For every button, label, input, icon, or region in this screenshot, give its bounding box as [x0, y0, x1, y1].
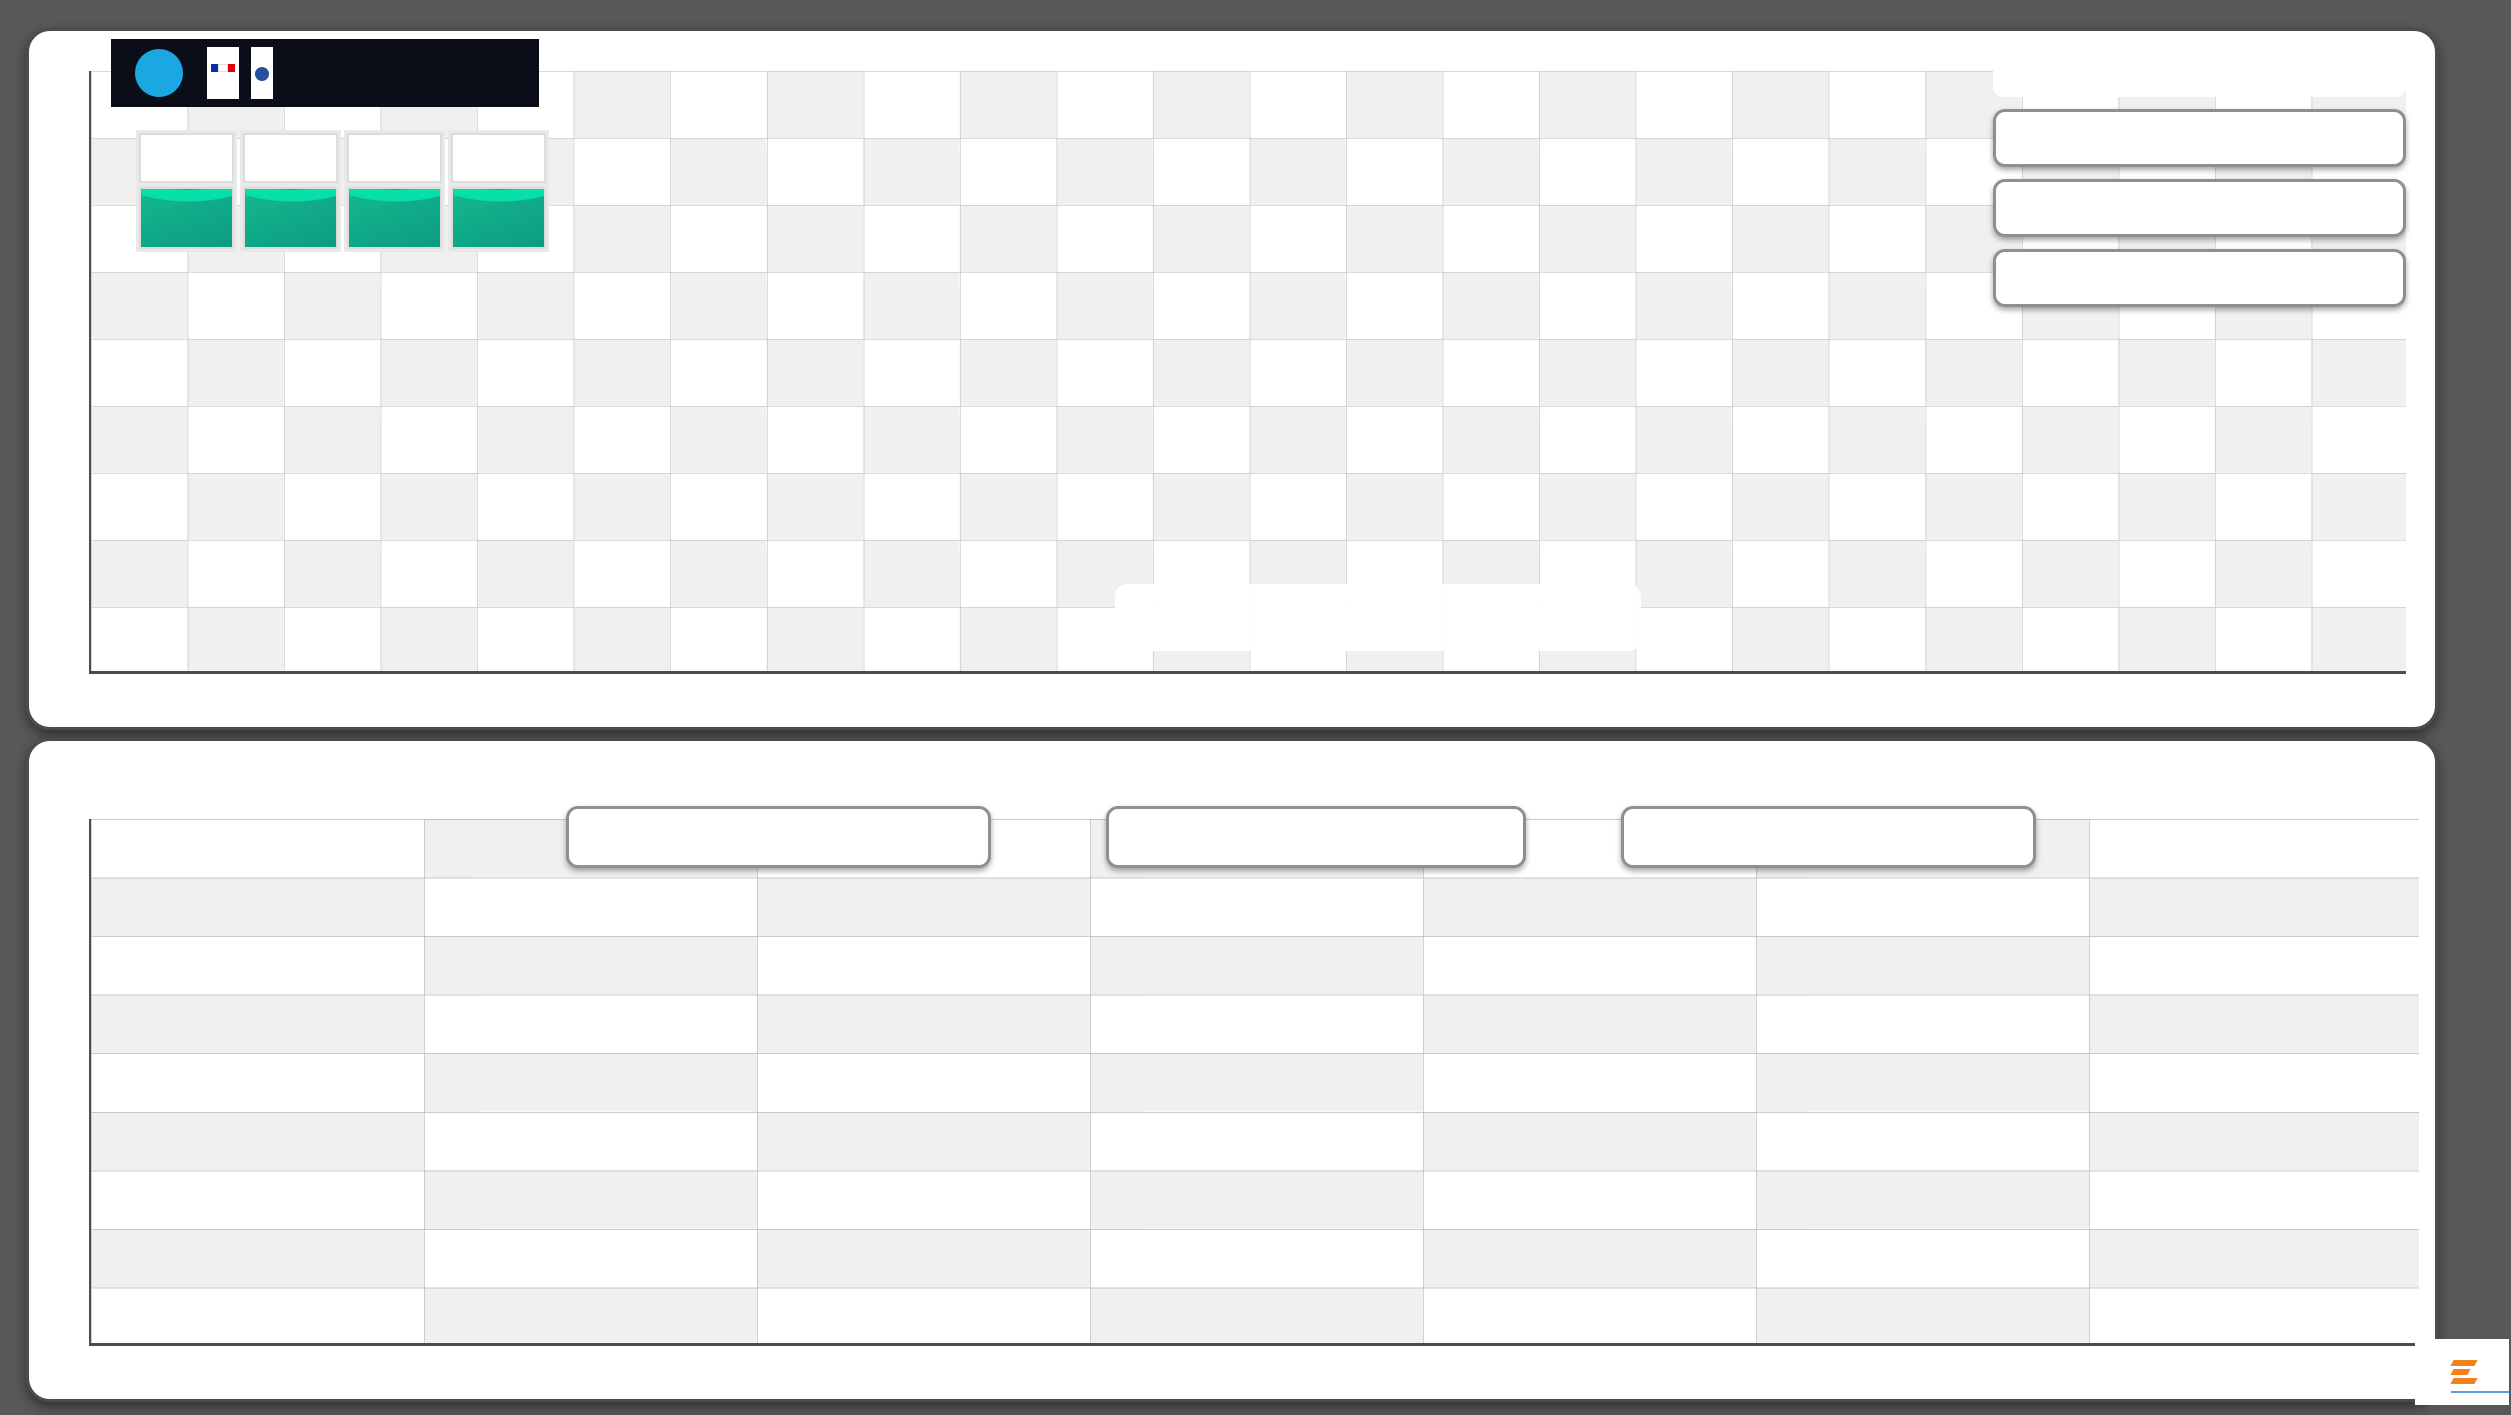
energy-dashboard	[0, 0, 2511, 1415]
site-title	[1993, 53, 2406, 97]
tile-day-j1-label[interactable]	[243, 133, 338, 183]
g2e-logo-inner	[2449, 1360, 2476, 1384]
ecowatt-green-gauge-icon	[347, 187, 442, 249]
forecast-day-tiles	[139, 133, 546, 249]
date-label	[1115, 584, 1641, 651]
ecowatt-green-gauge-icon	[451, 187, 546, 249]
weekly-consumption-stat	[566, 806, 991, 868]
weekly-pmax-stat	[1106, 806, 1526, 868]
g2e-logo	[2415, 1339, 2509, 1405]
rte-logo-icon	[135, 49, 183, 97]
ademe-globe-icon	[255, 67, 269, 81]
daily-pmin-stat	[1993, 249, 2406, 307]
tile-day-j2-label[interactable]	[347, 133, 442, 183]
french-flag-icon	[211, 64, 235, 72]
ecowatt-banner	[111, 39, 539, 107]
tile-day-j-label[interactable]	[139, 133, 234, 183]
tile-day-j2[interactable]	[347, 133, 442, 249]
daily-chart-panel	[26, 28, 2438, 730]
daily-consumption-stat	[1993, 109, 2406, 167]
ademe-logo	[251, 47, 273, 99]
ecowatt-green-gauge-icon	[139, 187, 234, 249]
weekly-chart-panel	[26, 738, 2438, 1402]
weekly-power-plot	[89, 819, 2419, 1346]
weekly-bars	[91, 819, 2419, 1343]
tile-day-j[interactable]	[139, 133, 234, 249]
g2e-underline	[2451, 1391, 2511, 1393]
tile-day-j3-label[interactable]	[451, 133, 546, 183]
daily-pmax-stat	[1993, 179, 2406, 237]
ecowatt-green-gauge-icon	[243, 187, 338, 249]
tile-day-j3[interactable]	[451, 133, 546, 249]
g2e-e-bolt-icon	[2452, 1360, 2476, 1384]
weekly-pmin-stat	[1621, 806, 2036, 868]
tile-day-j1[interactable]	[243, 133, 338, 249]
republique-francaise-logo	[207, 47, 239, 99]
